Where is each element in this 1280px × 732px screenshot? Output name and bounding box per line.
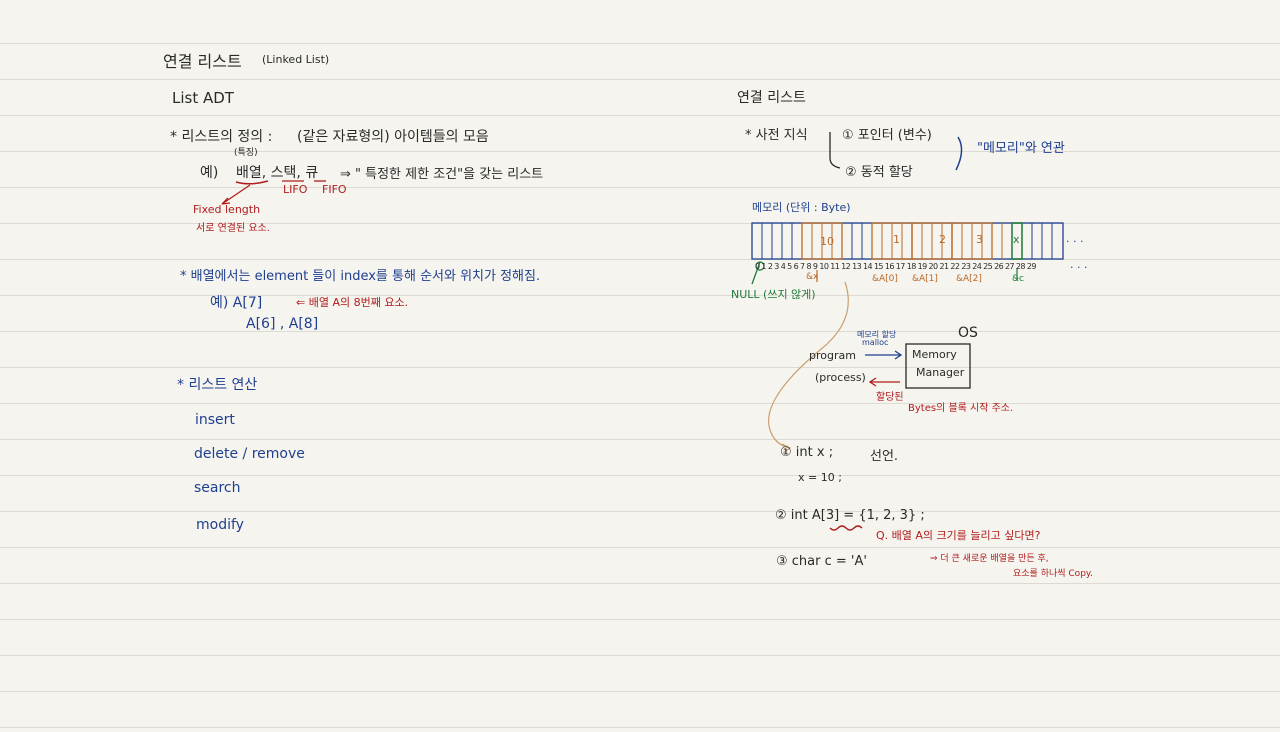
lifo-label: LIFO xyxy=(283,183,308,196)
code-line-3: ③ char c = 'A' xyxy=(776,554,867,569)
array-example-1: 예) A[7] xyxy=(210,295,263,311)
returned-label: 할당된 xyxy=(876,392,904,403)
array-example-1-note: ⇐ 배열 A의 8번째 요소. xyxy=(296,296,409,309)
index-ellipsis: . . . xyxy=(1070,258,1088,271)
definition-label: * 리스트의 정의 : xyxy=(170,129,273,145)
prerequisite-heading: * 사전 지식 xyxy=(745,128,808,143)
address-a1: &A[1] xyxy=(912,274,938,284)
address-a2: &A[2] xyxy=(956,274,982,284)
definition-text: (같은 자료형의) 아이템들의 모음 xyxy=(297,129,489,145)
malloc-note: malloc xyxy=(862,338,889,347)
list-operations-heading: * 리스트 연산 xyxy=(177,377,258,393)
code-line-2: ② int A[3] = {1, 2, 3} ; xyxy=(775,508,925,523)
connected-elements-note: 서로 연결된 요소. xyxy=(196,223,270,234)
prerequisite-dynamic-allocation: ② 동적 할당 xyxy=(845,165,913,180)
memory-ellipsis: . . . xyxy=(1066,232,1084,245)
memory-manager-line2: Manager xyxy=(916,366,965,379)
os-label: OS xyxy=(958,325,978,341)
array-index-note: * 배열에서는 element 들이 index를 통해 순서와 위치가 정해짐… xyxy=(180,269,541,284)
handwritten-drawings xyxy=(221,132,1064,531)
cell-value-x: 10 xyxy=(820,235,834,248)
operation-delete-remove: delete / remove xyxy=(194,446,305,462)
array-example-2: A[6] , A[8] xyxy=(246,316,319,332)
feature-note: (특징) xyxy=(234,148,258,158)
notebook-page: 연결 리스트 (Linked List) List ADT * 리스트의 정의 … xyxy=(0,0,1280,732)
code-line-1-note: 선언. xyxy=(870,449,899,464)
code-line-1b: x = 10 ; xyxy=(798,471,842,484)
right-title: 연결 리스트 xyxy=(737,90,806,106)
program-label: program xyxy=(809,349,856,362)
cell-value-a1: 2 xyxy=(939,233,946,246)
page-title-english: (Linked List) xyxy=(262,53,330,66)
fifo-label: FIFO xyxy=(322,183,347,196)
process-label: (process) xyxy=(815,371,866,384)
code-line-1: ① int x ; xyxy=(780,445,834,460)
operation-search: search xyxy=(194,480,241,496)
operation-insert: insert xyxy=(195,412,235,428)
array-resize-question: Q. 배열 A의 크기를 늘리고 싶다면? xyxy=(876,529,1041,542)
prerequisite-pointer: ① 포인터 (변수) xyxy=(842,128,932,143)
memory-manager-line1: Memory xyxy=(912,348,957,361)
operation-modify: modify xyxy=(196,517,244,533)
address-x: &x xyxy=(806,272,819,282)
example-prefix: 예) xyxy=(200,165,219,181)
null-label: NULL (쓰지 않게) xyxy=(731,288,816,301)
address-c: &c xyxy=(1012,274,1024,284)
example-description: ⇒ " 특정한 제한 조건"을 갖는 리스트 xyxy=(340,167,544,182)
list-adt-heading: List ADT xyxy=(172,89,234,107)
cell-value-c: x xyxy=(1013,233,1020,246)
cell-value-a2: 3 xyxy=(976,233,983,246)
example-items: 배열, 스택, 큐 xyxy=(236,165,319,181)
page-title: 연결 리스트 xyxy=(163,52,242,71)
memory-related-note: "메모리"와 연관 xyxy=(977,141,1065,156)
memory-unit-label: 메모리 (단위 : Byte) xyxy=(752,201,851,214)
address-a0: &A[0] xyxy=(872,274,898,284)
fixed-length-note: Fixed length xyxy=(193,203,261,216)
cell-value-a0: 1 xyxy=(893,233,900,246)
array-resize-answer-2: 요소를 하나씩 Copy. xyxy=(1013,569,1093,579)
returned-address-note: Bytes의 블록 시작 주소. xyxy=(908,403,1014,414)
array-resize-answer-1: ⇒ 더 큰 새로운 배열을 만든 후, xyxy=(930,554,1049,564)
memory-index-row: 0 1 2 3 4 5 6 7 8 9 10 11 12 13 14 15 16… xyxy=(755,262,1036,271)
